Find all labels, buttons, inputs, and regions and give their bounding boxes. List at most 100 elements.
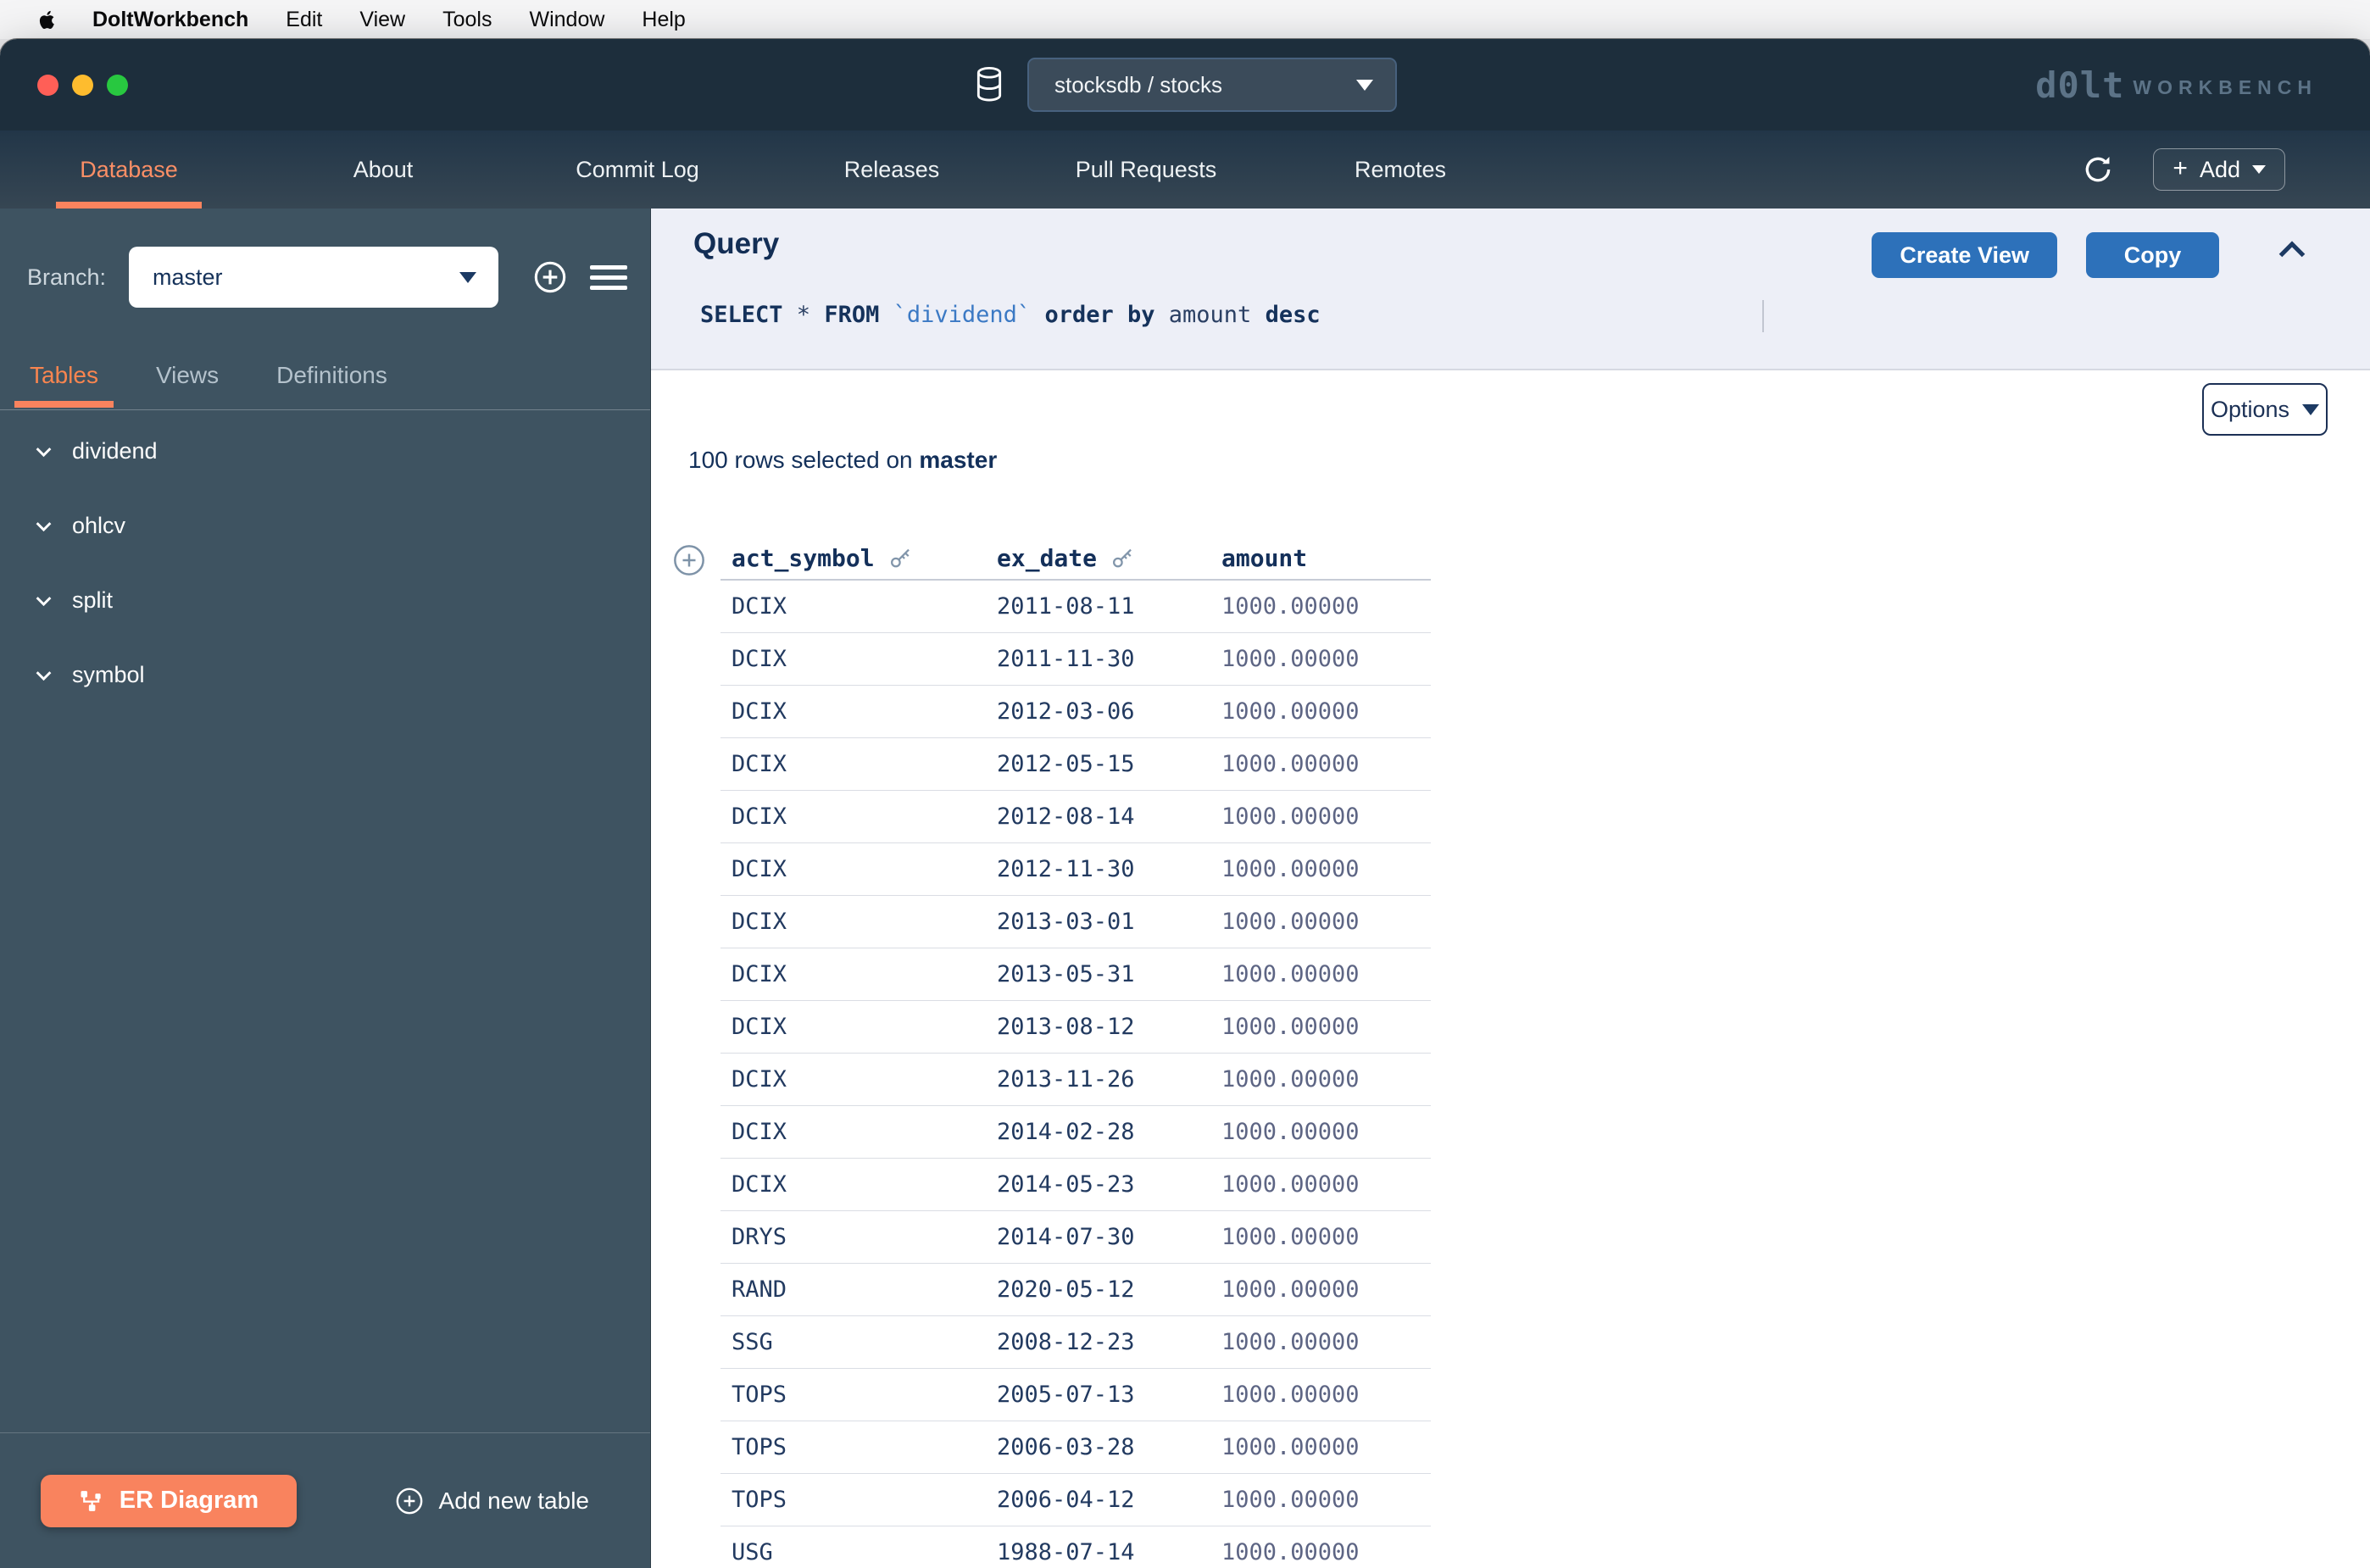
cell-act-symbol[interactable]: DCIX	[720, 909, 997, 935]
nav-item-database[interactable]: Database	[2, 131, 256, 209]
cell-ex-date[interactable]: 2011-08-11	[997, 593, 1221, 620]
cell-act-symbol[interactable]: DCIX	[720, 751, 997, 777]
add-new-table-button[interactable]: Add new table	[395, 1487, 589, 1515]
column-header-ex-date[interactable]: ex_date	[997, 544, 1221, 572]
cell-ex-date[interactable]: 1988-07-14	[997, 1539, 1221, 1565]
cell-act-symbol[interactable]: TOPS	[720, 1487, 997, 1513]
cell-act-symbol[interactable]: DCIX	[720, 803, 997, 830]
cell-act-symbol[interactable]: DCIX	[720, 593, 997, 620]
cell-act-symbol[interactable]: TOPS	[720, 1434, 997, 1460]
nav-item-releases[interactable]: Releases	[765, 131, 1019, 209]
cell-ex-date[interactable]: 2012-03-06	[997, 698, 1221, 725]
sidebar-table-symbol[interactable]: symbol	[0, 637, 650, 712]
cell-amount[interactable]: 1000.00000	[1221, 1119, 1431, 1145]
cell-ex-date[interactable]: 2014-07-30	[997, 1224, 1221, 1250]
sidebar-tab-views[interactable]: Views	[154, 362, 220, 409]
menu-item-help[interactable]: Help	[642, 8, 685, 32]
add-button[interactable]: + Add	[2153, 148, 2285, 191]
cell-act-symbol[interactable]: TOPS	[720, 1382, 997, 1408]
cell-ex-date[interactable]: 2014-05-23	[997, 1171, 1221, 1198]
cell-amount[interactable]: 1000.00000	[1221, 1276, 1431, 1303]
sql-editor[interactable]: SELECT * FROM `dividend` order by amount…	[700, 302, 1321, 328]
primary-key-icon	[889, 547, 912, 570]
sidebar-tab-tables[interactable]: Tables	[28, 362, 100, 409]
create-view-button[interactable]: Create View	[1872, 232, 2057, 278]
cell-amount[interactable]: 1000.00000	[1221, 1014, 1431, 1040]
cell-amount[interactable]: 1000.00000	[1221, 1171, 1431, 1198]
sidebar-table-dividend[interactable]: dividend	[0, 414, 650, 488]
menu-item-edit[interactable]: Edit	[286, 8, 322, 32]
cell-ex-date[interactable]: 2013-05-31	[997, 961, 1221, 987]
cell-act-symbol[interactable]: USG	[720, 1539, 997, 1565]
cell-amount[interactable]: 1000.00000	[1221, 856, 1431, 882]
cell-ex-date[interactable]: 2005-07-13	[997, 1382, 1221, 1408]
nav-item-remotes[interactable]: Remotes	[1273, 131, 1527, 209]
sidebar-tab-definitions[interactable]: Definitions	[275, 362, 389, 409]
cell-amount[interactable]: 1000.00000	[1221, 1539, 1431, 1565]
cell-amount[interactable]: 1000.00000	[1221, 909, 1431, 935]
cell-act-symbol[interactable]: DCIX	[720, 646, 997, 672]
copy-button[interactable]: Copy	[2086, 232, 2219, 278]
cell-act-symbol[interactable]: DCIX	[720, 961, 997, 987]
cell-ex-date[interactable]: 2012-11-30	[997, 856, 1221, 882]
cell-ex-date[interactable]: 2008-12-23	[997, 1329, 1221, 1355]
nav-item-commit-log[interactable]: Commit Log	[510, 131, 765, 209]
branch-menu-button[interactable]	[590, 265, 627, 290]
menu-item-tools[interactable]: Tools	[442, 8, 492, 32]
cell-ex-date[interactable]: 2012-05-15	[997, 751, 1221, 777]
cell-ex-date[interactable]: 2006-03-28	[997, 1434, 1221, 1460]
cell-amount[interactable]: 1000.00000	[1221, 698, 1431, 725]
sidebar: Branch: master TablesViewsDefinitions di…	[0, 209, 651, 1568]
cell-act-symbol[interactable]: DCIX	[720, 698, 997, 725]
cell-act-symbol[interactable]: DCIX	[720, 1119, 997, 1145]
cell-amount[interactable]: 1000.00000	[1221, 593, 1431, 620]
column-header-amount[interactable]: amount	[1221, 544, 1431, 572]
cell-amount[interactable]: 1000.00000	[1221, 1329, 1431, 1355]
zoom-window-button[interactable]	[107, 75, 128, 96]
er-diagram-button[interactable]: ER Diagram	[41, 1475, 297, 1527]
cell-act-symbol[interactable]: DCIX	[720, 1066, 997, 1093]
cell-amount[interactable]: 1000.00000	[1221, 751, 1431, 777]
cell-ex-date[interactable]: 2020-05-12	[997, 1276, 1221, 1303]
menu-app-name[interactable]: DoltWorkbench	[92, 8, 248, 32]
add-column-button[interactable]	[672, 543, 706, 577]
branch-selector[interactable]: master	[129, 247, 498, 308]
cell-act-symbol[interactable]: DCIX	[720, 1014, 997, 1040]
close-window-button[interactable]	[37, 75, 58, 96]
sidebar-table-ohlcv[interactable]: ohlcv	[0, 488, 650, 563]
cell-act-symbol[interactable]: SSG	[720, 1329, 997, 1355]
database-selector[interactable]: stocksdb / stocks	[1027, 58, 1397, 112]
nav-item-pull-requests[interactable]: Pull Requests	[1019, 131, 1273, 209]
apple-menu-icon[interactable]	[36, 7, 58, 33]
cell-ex-date[interactable]: 2006-04-12	[997, 1487, 1221, 1513]
cell-act-symbol[interactable]: DCIX	[720, 856, 997, 882]
table-row: DCIX2014-05-231000.00000	[720, 1159, 1431, 1211]
cell-ex-date[interactable]: 2013-11-26	[997, 1066, 1221, 1093]
nav-item-about[interactable]: About	[256, 131, 510, 209]
cell-ex-date[interactable]: 2014-02-28	[997, 1119, 1221, 1145]
cell-act-symbol[interactable]: RAND	[720, 1276, 997, 1303]
cell-amount[interactable]: 1000.00000	[1221, 803, 1431, 830]
cell-act-symbol[interactable]: DCIX	[720, 1171, 997, 1198]
cell-amount[interactable]: 1000.00000	[1221, 646, 1431, 672]
collapse-query-button[interactable]	[2277, 237, 2307, 261]
cell-amount[interactable]: 1000.00000	[1221, 1066, 1431, 1093]
cell-amount[interactable]: 1000.00000	[1221, 1487, 1431, 1513]
cell-amount[interactable]: 1000.00000	[1221, 1382, 1431, 1408]
new-branch-button[interactable]	[533, 260, 567, 294]
minimize-window-button[interactable]	[72, 75, 93, 96]
cell-ex-date[interactable]: 2011-11-30	[997, 646, 1221, 672]
sidebar-table-split[interactable]: split	[0, 563, 650, 637]
menu-item-window[interactable]: Window	[529, 8, 604, 32]
cell-ex-date[interactable]: 2013-08-12	[997, 1014, 1221, 1040]
cell-ex-date[interactable]: 2013-03-01	[997, 909, 1221, 935]
options-button[interactable]: Options	[2202, 383, 2328, 436]
cell-ex-date[interactable]: 2012-08-14	[997, 803, 1221, 830]
cell-amount[interactable]: 1000.00000	[1221, 1224, 1431, 1250]
column-header-act-symbol[interactable]: act_symbol	[720, 544, 997, 572]
cell-amount[interactable]: 1000.00000	[1221, 961, 1431, 987]
cell-amount[interactable]: 1000.00000	[1221, 1434, 1431, 1460]
cell-act-symbol[interactable]: DRYS	[720, 1224, 997, 1250]
menu-item-view[interactable]: View	[359, 8, 405, 32]
refresh-button[interactable]	[2082, 153, 2114, 186]
